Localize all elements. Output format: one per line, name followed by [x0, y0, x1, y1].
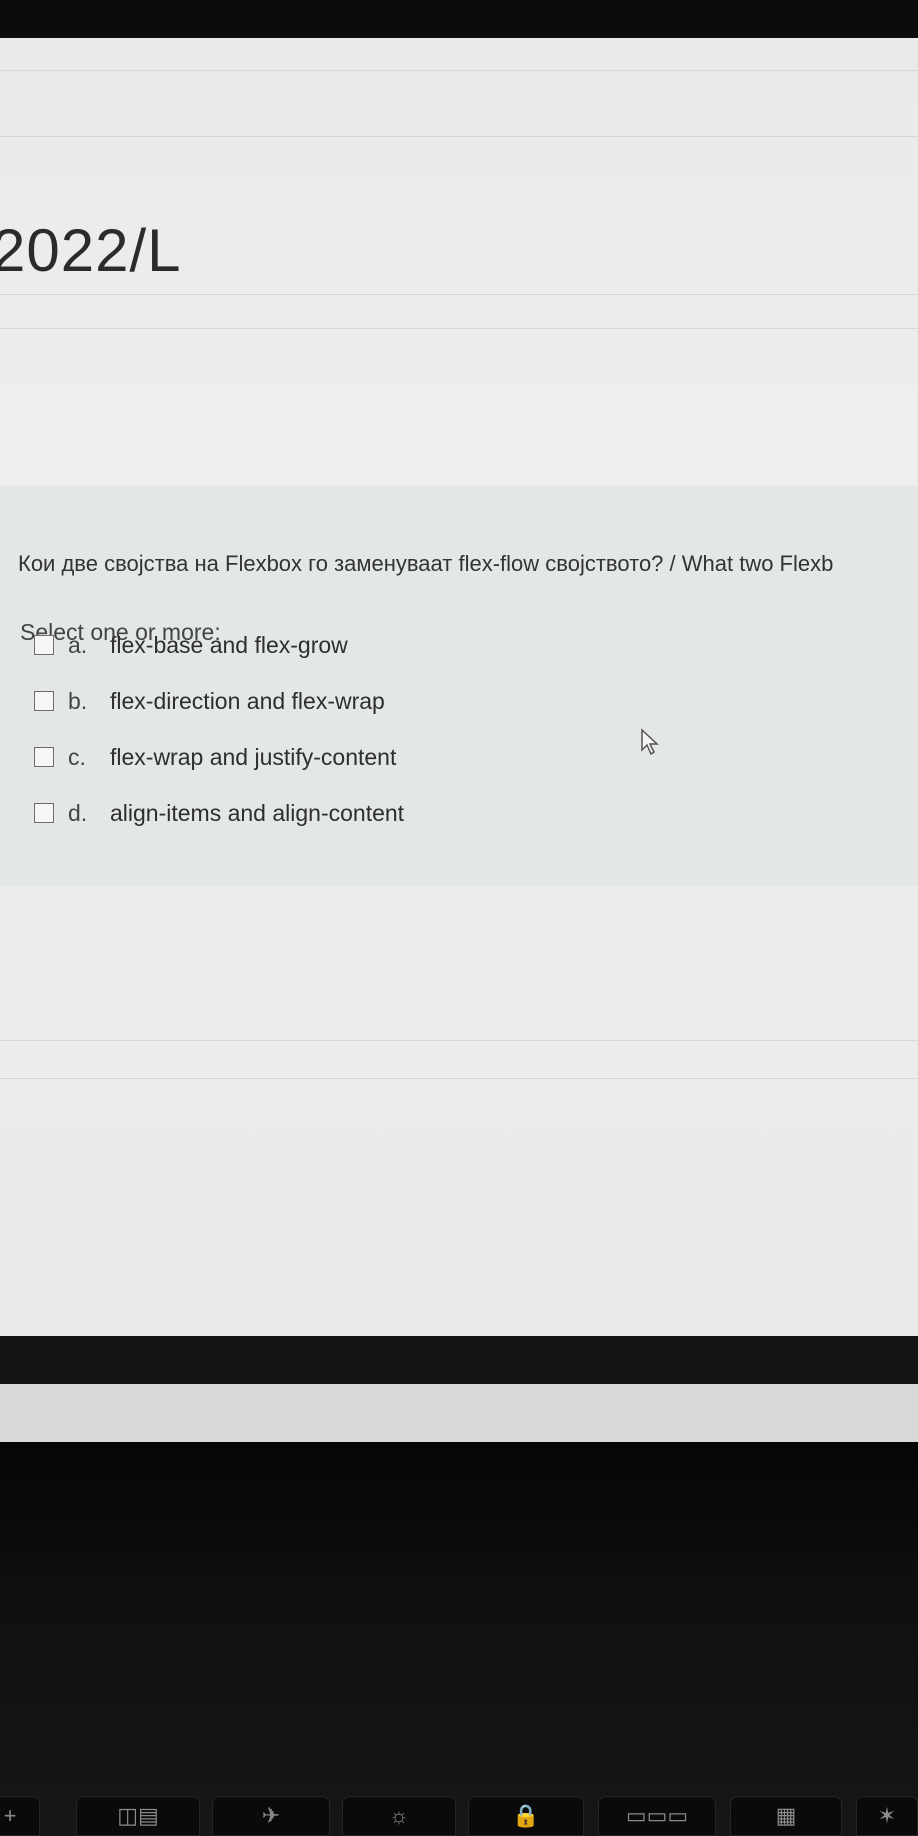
option-letter: d.	[68, 799, 88, 826]
checkbox-a[interactable]	[34, 635, 54, 655]
divider	[0, 294, 918, 295]
option-b[interactable]: b. flex-direction and flex-wrap	[34, 684, 385, 718]
screen-bottom-bezel	[0, 1336, 918, 1390]
divider	[0, 136, 918, 137]
checkbox-c[interactable]	[34, 747, 54, 767]
calculator-icon[interactable]: ▦	[730, 1796, 842, 1836]
mouse-pointer-icon	[641, 728, 659, 756]
brightness-icon[interactable]: ☼	[342, 1796, 456, 1836]
divider	[0, 1040, 918, 1041]
checkbox-b[interactable]	[34, 691, 54, 711]
option-text: flex-direction and flex-wrap	[110, 687, 385, 714]
laptop-lower-bezel	[0, 1442, 918, 1836]
screen-bottom-strip	[0, 1384, 918, 1442]
divider	[0, 70, 918, 71]
option-d[interactable]: d. align-items and align-content	[34, 796, 404, 830]
option-text: flex-base and flex-grow	[110, 631, 348, 658]
plus-icon[interactable]: +	[0, 1796, 40, 1836]
option-text: flex-wrap and justify-content	[110, 743, 397, 770]
star-icon[interactable]: ✶	[856, 1796, 918, 1836]
airplane-mode-icon[interactable]: ✈	[212, 1796, 330, 1836]
option-letter: b.	[68, 687, 88, 714]
option-a[interactable]: a. flex-base and flex-grow	[34, 628, 348, 662]
question-text: Кои две својства на Flexbox го заменуваа…	[18, 551, 834, 576]
option-letter: c.	[68, 743, 86, 770]
display-switch-icon[interactable]: ◫▤	[76, 1796, 200, 1836]
keyboard-backlight-icon[interactable]: ▭▭▭	[598, 1796, 716, 1836]
course-title: 2022/L	[0, 217, 182, 284]
option-text: align-items and align-content	[110, 799, 405, 826]
option-c[interactable]: c. flex-wrap and justify-content	[34, 740, 396, 774]
divider	[0, 1078, 918, 1079]
question-content: Кои две својства на Flexbox го заменуваа…	[0, 486, 918, 886]
option-letter: a.	[68, 631, 88, 658]
checkbox-d[interactable]	[34, 803, 54, 823]
divider	[0, 328, 918, 329]
lock-icon[interactable]: 🔒	[468, 1796, 584, 1836]
